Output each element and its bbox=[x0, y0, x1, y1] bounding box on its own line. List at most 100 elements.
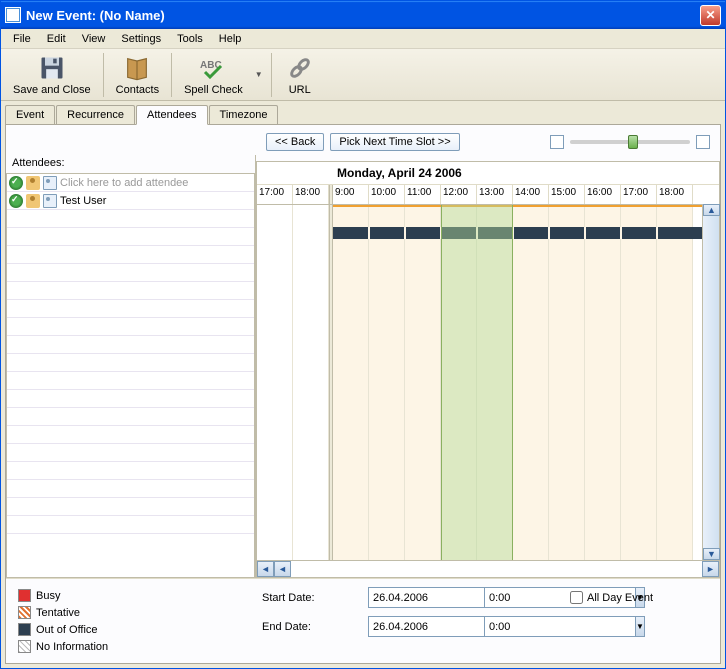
hour-header-cell: 15:00 bbox=[549, 185, 585, 204]
card-icon bbox=[43, 194, 57, 208]
horizontal-scrollbar[interactable]: ◄ ◄ ► bbox=[257, 560, 719, 577]
attendee-row[interactable]: Test User bbox=[7, 192, 254, 210]
attendee-list: Click here to add attendee Test User bbox=[6, 173, 255, 578]
hour-header-cell: 13:00 bbox=[477, 185, 513, 204]
close-button[interactable]: ✕ bbox=[700, 5, 721, 26]
menu-view[interactable]: View bbox=[74, 31, 114, 47]
attendees-panel: Attendees: Click here to add attendee Te… bbox=[6, 155, 256, 578]
card-icon bbox=[43, 176, 57, 190]
schedule-column bbox=[477, 205, 513, 560]
start-time-combo[interactable]: ▼ bbox=[484, 587, 554, 608]
person-icon bbox=[26, 176, 40, 190]
status-ok-icon bbox=[9, 194, 23, 208]
busy-bar bbox=[333, 227, 719, 239]
empty-row bbox=[7, 390, 254, 408]
zoom-slider[interactable] bbox=[570, 140, 690, 144]
hour-header-cell: 14:00 bbox=[513, 185, 549, 204]
zoom-slider-area bbox=[550, 135, 710, 149]
start-date-combo[interactable]: ▼ bbox=[368, 587, 478, 608]
back-button[interactable]: << Back bbox=[266, 133, 324, 151]
vertical-scrollbar[interactable]: ▲ ▼ bbox=[702, 204, 719, 560]
tab-event[interactable]: Event bbox=[5, 105, 55, 124]
zoom-out-box[interactable] bbox=[550, 135, 564, 149]
empty-row bbox=[7, 444, 254, 462]
toolbar-separator bbox=[103, 53, 104, 97]
hour-header: 17:0018:009:0010:0011:0012:0013:0014:001… bbox=[257, 185, 719, 205]
scroll-right-button[interactable]: ► bbox=[702, 561, 719, 577]
scroll-up-button[interactable]: ▲ bbox=[703, 204, 720, 216]
end-date-combo[interactable]: ▼ bbox=[368, 616, 478, 637]
end-time-combo[interactable]: ▼ bbox=[484, 616, 554, 637]
legend-swatch bbox=[18, 640, 31, 653]
hour-header-cell: 10:00 bbox=[369, 185, 405, 204]
menu-help[interactable]: Help bbox=[211, 31, 250, 47]
empty-row bbox=[7, 498, 254, 516]
scroll-left2-button[interactable]: ◄ bbox=[274, 561, 291, 577]
schedule-column bbox=[657, 205, 693, 560]
person-icon bbox=[26, 194, 40, 208]
empty-row bbox=[7, 318, 254, 336]
tabbar: Event Recurrence Attendees Timezone bbox=[1, 101, 725, 124]
end-time-dropdown[interactable]: ▼ bbox=[635, 616, 645, 637]
schedule-column bbox=[585, 205, 621, 560]
toolbar-separator bbox=[271, 53, 272, 97]
end-date-row: End Date: ▼ ▼ bbox=[262, 616, 714, 637]
all-day-checkbox[interactable] bbox=[570, 591, 583, 604]
menu-file[interactable]: File bbox=[5, 31, 39, 47]
zoom-slider-thumb[interactable] bbox=[628, 135, 638, 149]
abc-check-icon: ABC bbox=[199, 54, 227, 82]
contacts-button[interactable]: Contacts bbox=[108, 52, 167, 98]
zoom-in-box[interactable] bbox=[696, 135, 710, 149]
tab-content: Attendees: Click here to add attendee Te… bbox=[5, 124, 721, 664]
link-icon bbox=[286, 54, 314, 82]
scroll-left-button[interactable]: ◄ bbox=[257, 561, 274, 577]
schedule-column bbox=[513, 205, 549, 560]
start-date-label: Start Date: bbox=[262, 592, 362, 604]
empty-row bbox=[7, 264, 254, 282]
empty-row bbox=[7, 228, 254, 246]
menu-settings[interactable]: Settings bbox=[113, 31, 169, 47]
hour-header-cell: 18:00 bbox=[657, 185, 693, 204]
schedule-controls: << Back Pick Next Time Slot >> bbox=[256, 125, 720, 159]
schedule-column bbox=[257, 205, 293, 560]
empty-row bbox=[7, 408, 254, 426]
status-ok-icon bbox=[9, 176, 23, 190]
legend-label: No Information bbox=[36, 641, 108, 653]
next-slot-button[interactable]: Pick Next Time Slot >> bbox=[330, 133, 459, 151]
scroll-down-button[interactable]: ▼ bbox=[703, 548, 720, 560]
add-attendee-row[interactable]: Click here to add attendee bbox=[7, 174, 254, 192]
titlebar[interactable]: New Event: (No Name) ✕ bbox=[1, 1, 725, 29]
menu-edit[interactable]: Edit bbox=[39, 31, 74, 47]
schedule-body[interactable] bbox=[257, 205, 719, 560]
schedule-grid: Monday, April 24 2006 17:0018:009:0010:0… bbox=[256, 161, 720, 578]
end-date-label: End Date: bbox=[262, 621, 362, 633]
attendee-name: Test User bbox=[60, 195, 106, 207]
spell-dropdown-arrow[interactable]: ▼ bbox=[251, 70, 267, 79]
bottom-zone: BusyTentativeOut of OfficeNo Information… bbox=[6, 578, 720, 663]
tab-attendees[interactable]: Attendees bbox=[136, 105, 208, 125]
empty-row bbox=[7, 372, 254, 390]
menu-tools[interactable]: Tools bbox=[169, 31, 211, 47]
empty-row bbox=[7, 480, 254, 498]
legend-row: Tentative bbox=[18, 604, 248, 621]
window: New Event: (No Name) ✕ File Edit View Se… bbox=[0, 0, 726, 669]
spell-check-button[interactable]: ABC Spell Check bbox=[176, 52, 251, 98]
tab-timezone[interactable]: Timezone bbox=[209, 105, 279, 124]
legend-row: Busy bbox=[18, 587, 248, 604]
legend-swatch bbox=[18, 606, 31, 619]
empty-row bbox=[7, 246, 254, 264]
all-day-label: All Day Event bbox=[587, 592, 653, 604]
legend-row: No Information bbox=[18, 638, 248, 655]
end-time-input[interactable] bbox=[484, 616, 635, 637]
url-button[interactable]: URL bbox=[276, 52, 324, 98]
hour-header-cell: 17:00 bbox=[621, 185, 657, 204]
attendees-heading: Attendees: bbox=[6, 155, 255, 171]
hour-header-cell: 18:00 bbox=[293, 185, 329, 204]
tab-recurrence[interactable]: Recurrence bbox=[56, 105, 135, 124]
all-day-checkbox-label[interactable]: All Day Event bbox=[570, 591, 653, 604]
save-close-button[interactable]: Save and Close bbox=[5, 52, 99, 98]
schedule-column bbox=[549, 205, 585, 560]
schedule-panel: << Back Pick Next Time Slot >> Monday, A… bbox=[256, 125, 720, 578]
hour-header-cell: 16:00 bbox=[585, 185, 621, 204]
schedule-column bbox=[405, 205, 441, 560]
